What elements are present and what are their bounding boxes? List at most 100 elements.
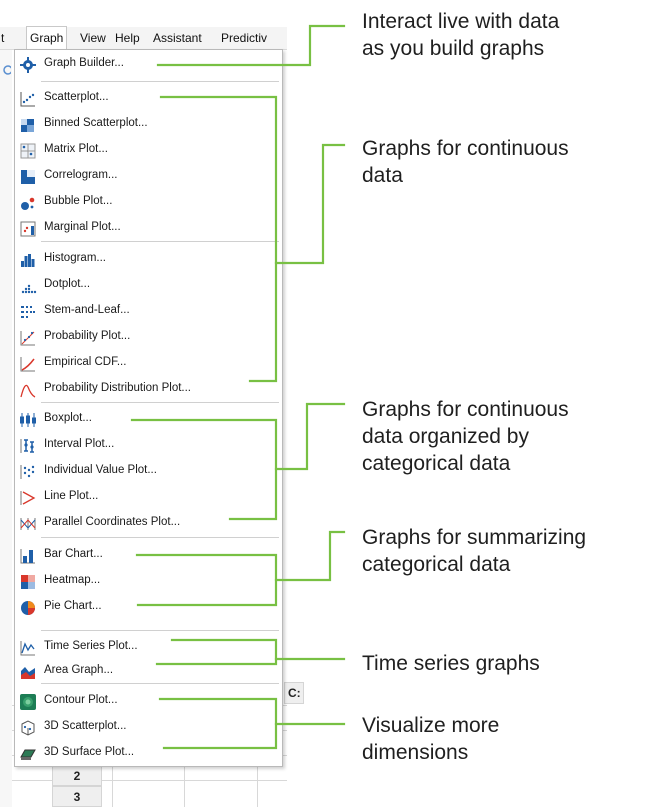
menu-predictive[interactable]: Predictiv	[221, 31, 267, 45]
menu-item-pie-chart[interactable]: Pie Chart...	[15, 596, 282, 620]
menu-item-heatmap[interactable]: Heatmap...	[15, 570, 282, 594]
menu-item-parallel-coordinates-plot[interactable]: Parallel Coordinates Plot...	[15, 512, 282, 536]
menu-graph[interactable]: Graph	[26, 26, 68, 49]
stem-and-leaf-icon	[21, 306, 35, 318]
row-header-2[interactable]: 2	[52, 765, 102, 786]
menu-item-label: Stem-and-Leaf...	[44, 304, 130, 316]
binned-scatterplot-icon	[21, 119, 34, 132]
column-header-c3[interactable]: C:	[284, 682, 304, 704]
menu-item-label: Heatmap...	[44, 574, 101, 586]
menu-item-binned-scatterplot[interactable]: Binned Scatterplot...	[15, 113, 282, 137]
menu-item-scatterplot[interactable]: Scatterplot...	[15, 87, 282, 111]
menu-item-bar-chart[interactable]: Bar Chart...	[15, 544, 282, 568]
menu-item-probability-plot[interactable]: Probability Plot...	[15, 326, 282, 350]
menu-item-label: Probability Plot...	[44, 330, 131, 342]
menu-item-label: Dotplot...	[44, 278, 91, 290]
boxplot-icon	[20, 413, 36, 427]
callout-line	[274, 402, 346, 471]
menu-item-label: Matrix Plot...	[44, 143, 108, 155]
callout-text-line: Graphs for continuous	[362, 137, 569, 160]
callout-text-line: dimensions	[362, 741, 469, 764]
callout-text-line: categorical data	[362, 452, 511, 475]
menu-separator	[41, 241, 279, 242]
3d-scatterplot-icon	[21, 720, 35, 736]
menu-item-line-plot[interactable]: Line Plot...	[15, 486, 282, 510]
row-header-3[interactable]: 3	[52, 786, 102, 807]
menu-separator	[41, 402, 279, 403]
toolbar-strip	[0, 50, 12, 807]
3d-surface-plot-icon	[20, 749, 36, 760]
menu-item-3d-surface-plot[interactable]: 3D Surface Plot...	[15, 742, 282, 766]
callout-continuous-data: Graphs for continuous data	[362, 135, 569, 189]
callout-summarizing-categorical: Graphs for summarizing categorical data	[362, 524, 586, 578]
callout-graph-builder: Interact live with data as you build gra…	[362, 8, 559, 62]
graph-dropdown-menu: Graph Builder... Scatterplot... Binned S…	[14, 49, 283, 767]
menu-item-graph-builder[interactable]: Graph Builder...	[15, 53, 282, 77]
menu-item-interval-plot[interactable]: Interval Plot...	[15, 434, 282, 458]
menu-item-time-series-plot[interactable]: Time Series Plot...	[15, 636, 282, 660]
callout-text-line: Graphs for continuous	[362, 398, 569, 421]
menu-item-label: Correlogram...	[44, 169, 118, 181]
histogram-icon	[21, 254, 35, 267]
interval-plot-icon	[20, 439, 34, 453]
menu-item-empirical-cdf[interactable]: Empirical CDF...	[15, 352, 282, 376]
menu-separator	[41, 537, 279, 538]
menu-item-correlogram[interactable]: Correlogram...	[15, 165, 282, 189]
contour-plot-icon	[20, 694, 36, 710]
menu-item-label: Histogram...	[44, 252, 106, 264]
menu-item-3d-scatterplot[interactable]: 3D Scatterplot...	[15, 716, 282, 740]
menu-item-label: Line Plot...	[44, 490, 99, 502]
menu-item-label: Pie Chart...	[44, 600, 102, 612]
menu-item-label: Binned Scatterplot...	[44, 117, 148, 129]
menu-item-bubble-plot[interactable]: Bubble Plot...	[15, 191, 282, 215]
callout-text-line: Visualize more	[362, 714, 500, 737]
menu-item-individual-value-plot[interactable]: Individual Value Plot...	[15, 460, 282, 484]
menu-item-histogram[interactable]: Histogram...	[15, 248, 282, 272]
menu-item-dotplot[interactable]: Dotplot...	[15, 274, 282, 298]
menu-item-label: 3D Surface Plot...	[44, 746, 135, 758]
menu-item-contour-plot[interactable]: Contour Plot...	[15, 690, 282, 714]
menu-assistant[interactable]: Assistant	[153, 31, 202, 45]
menu-item-label: Probability Distribution Plot...	[44, 382, 192, 394]
callout-text-line: Interact live with data	[362, 10, 560, 33]
menu-item-marginal-plot[interactable]: Marginal Plot...	[15, 217, 282, 241]
menu-help[interactable]: Help	[115, 31, 140, 45]
callout-text-line: Time series graphs	[362, 652, 540, 675]
menu-item-label: Graph Builder...	[44, 57, 124, 69]
callout-text-line: categorical data	[362, 553, 511, 576]
menu-item-boxplot[interactable]: Boxplot...	[15, 408, 282, 432]
menu-item-label: Bar Chart...	[44, 548, 103, 560]
menu-bar: t Graph View Help Assistant Predictiv	[0, 26, 287, 50]
bubble-plot-icon	[21, 197, 35, 210]
menu-item-stem-and-leaf[interactable]: Stem-and-Leaf...	[15, 300, 282, 324]
callout-line	[274, 530, 346, 582]
probability-distribution-icon	[20, 384, 36, 398]
menu-item-label: Interval Plot...	[44, 438, 115, 450]
menu-item-area-graph[interactable]: Area Graph...	[15, 660, 282, 684]
callout-text-line: Graphs for summarizing	[362, 526, 587, 549]
callout-text-line: as you build graphs	[362, 37, 545, 60]
menu-item-probability-distribution-plot[interactable]: Probability Distribution Plot...	[15, 378, 282, 402]
menu-item-label: Contour Plot...	[44, 694, 118, 706]
scatterplot-icon	[20, 92, 35, 107]
line-plot-icon	[20, 491, 36, 505]
bar-chart-icon	[20, 549, 35, 564]
menu-item-label: Boxplot...	[44, 412, 92, 424]
menu-partial-item[interactable]: t	[1, 31, 4, 45]
menu-item-label: Marginal Plot...	[44, 221, 121, 233]
menu-item-label: Empirical CDF...	[44, 356, 127, 368]
area-graph-icon	[21, 667, 35, 679]
menu-item-label: 3D Scatterplot...	[44, 720, 127, 732]
graph-builder-icon	[20, 57, 36, 73]
menu-item-label: Area Graph...	[44, 664, 114, 676]
heatmap-icon	[21, 575, 35, 589]
menu-separator	[41, 81, 279, 82]
menu-item-matrix-plot[interactable]: Matrix Plot...	[15, 139, 282, 163]
probability-plot-icon	[20, 331, 35, 346]
menu-item-label: Bubble Plot...	[44, 195, 113, 207]
callout-more-dimensions: Visualize more dimensions	[362, 712, 499, 766]
menu-item-label: Individual Value Plot...	[44, 464, 157, 476]
menu-view[interactable]: View	[80, 31, 106, 45]
callout-line	[274, 143, 346, 265]
empirical-cdf-icon	[20, 357, 35, 372]
